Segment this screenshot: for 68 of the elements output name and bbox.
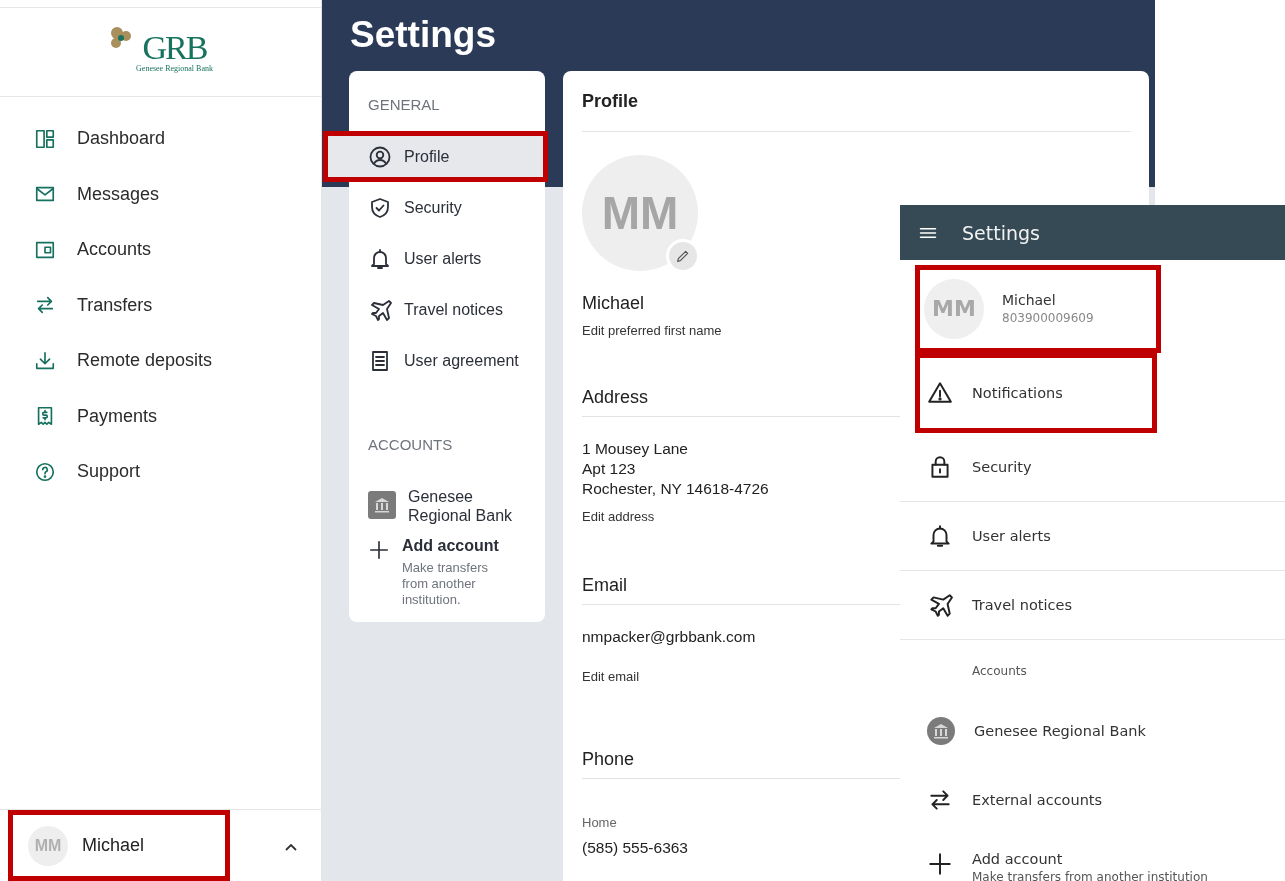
settings-nav-item[interactable]: Travel notices [349, 284, 545, 335]
add-account-description: Make transfers from another institution. [402, 560, 489, 608]
settings-nav-item[interactable]: User agreement [349, 335, 545, 386]
account-item[interactable]: Genesee Regional Bank [349, 481, 545, 525]
user-name: Michael [1002, 292, 1057, 308]
user-name: Michael [82, 835, 145, 856]
settings-list-item[interactable]: External accounts [900, 765, 1285, 834]
plus-icon [368, 539, 390, 561]
field-value: Rochester, NY 14618-4726 [582, 479, 769, 499]
add-account-description: Make transfers from another institution [972, 870, 1208, 881]
bank-name: Genesee Regional Bank [136, 63, 213, 73]
field-value: Apt 123 [582, 459, 636, 479]
plus-icon [927, 851, 953, 877]
section-heading: Accounts [971, 663, 1028, 680]
logo-wordmark: GRB [142, 31, 207, 64]
field-label: Home [582, 815, 617, 830]
user-menu-button[interactable]: MM Michael [8, 810, 230, 881]
help-icon [34, 460, 56, 483]
nav-item[interactable]: Transfers [34, 277, 321, 333]
section-heading: ACCOUNTS [367, 436, 454, 455]
bell-icon [368, 246, 392, 271]
section-heading: GENERAL [367, 96, 441, 115]
nav-item[interactable]: Messages [34, 166, 321, 222]
edit-name-link[interactable]: Edit preferred first name [582, 323, 722, 338]
header-title: Settings [962, 221, 1040, 244]
bell-icon [927, 523, 953, 549]
edit-link[interactable]: Edit address [582, 509, 655, 524]
card-title: Profile [582, 71, 1131, 132]
warning-icon [927, 379, 953, 406]
settings-list-item[interactable]: Travel notices [900, 571, 1285, 640]
download-tray-icon [34, 349, 56, 372]
field-value: (585) 555-6363 [582, 838, 688, 858]
section-heading: Address [582, 387, 900, 417]
avatar-initials: MM [28, 825, 68, 866]
airplane-icon [368, 297, 392, 322]
add-account-link[interactable]: Add account [402, 537, 502, 555]
page-title: Settings [349, 13, 497, 57]
settings-list-item[interactable]: Notifications [915, 353, 1157, 433]
settings-list-item[interactable]: Security [900, 433, 1285, 502]
avatar-initials: MM [582, 155, 698, 271]
nav-item[interactable]: Accounts [34, 222, 321, 278]
settings-nav-item[interactable]: Security [349, 182, 545, 233]
profile-name: Michael [582, 293, 645, 314]
nav-item[interactable]: Remote deposits [34, 333, 321, 389]
airplane-icon [927, 592, 953, 618]
settings-nav-item[interactable]: Profile [323, 131, 548, 182]
chevron-up-icon[interactable] [285, 843, 297, 851]
settings-list-item[interactable]: User alerts [900, 502, 1285, 571]
settings-nav-item[interactable]: User alerts [349, 233, 545, 284]
user-profile-item[interactable]: MM Michael 803900009609 [915, 265, 1161, 353]
field-value: 1 Mousey Lane [582, 439, 688, 459]
bank-icon [368, 491, 396, 519]
avatar-initials: MM [924, 278, 984, 339]
dashboard-icon [34, 127, 56, 150]
add-account-link[interactable]: Add account [972, 851, 1208, 867]
nav-item[interactable]: Payments [34, 388, 321, 444]
section-heading: Email [582, 575, 900, 605]
edit-link[interactable]: Edit email [582, 669, 640, 684]
field-value: nmpacker@grbbank.com [582, 627, 756, 647]
pencil-icon [675, 248, 691, 264]
account-number: 803900009609 [1002, 311, 1094, 325]
account-item[interactable]: Genesee Regional Bank [900, 696, 1285, 765]
section-heading: Phone [582, 749, 900, 779]
user-circle-icon [368, 144, 392, 169]
nav-item[interactable]: Dashboard [34, 111, 321, 167]
shield-check-icon [368, 195, 392, 220]
bank-icon [927, 716, 955, 745]
nav-item[interactable]: Support [34, 444, 321, 500]
